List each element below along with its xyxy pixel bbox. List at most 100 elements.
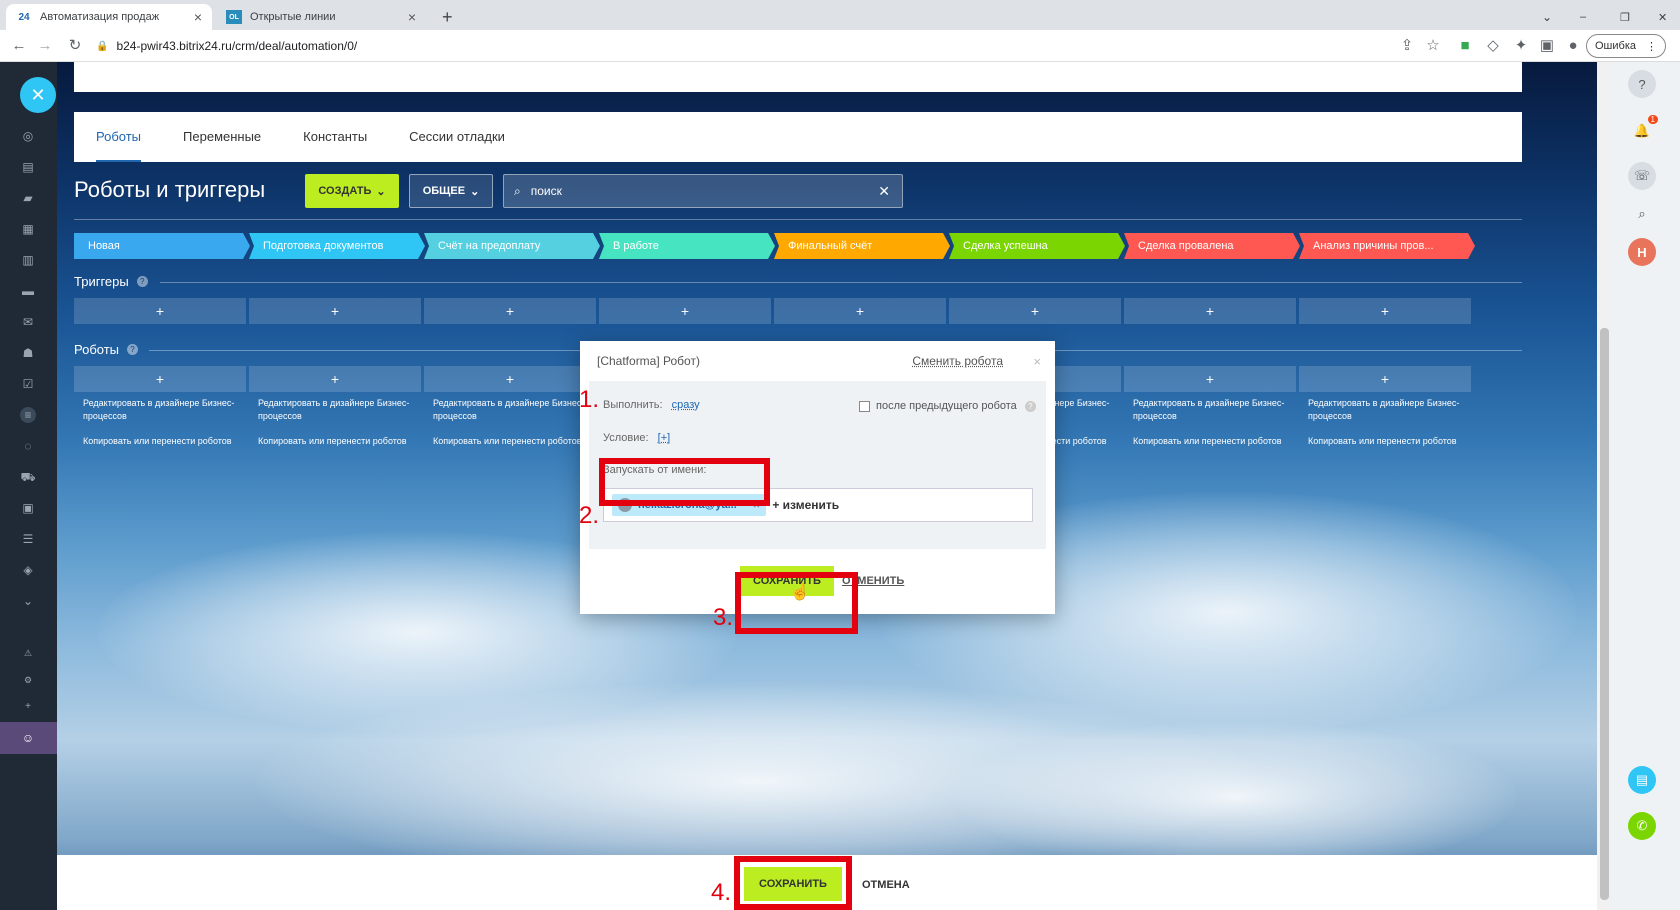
extension-icon[interactable]: ■ (1456, 37, 1474, 55)
after-previous-checkbox[interactable] (859, 400, 870, 412)
tab-robots[interactable]: Роботы (96, 112, 142, 162)
add-trigger-button[interactable]: + (949, 298, 1121, 324)
add-trigger-button[interactable]: + (1299, 298, 1471, 324)
scrollbar-thumb[interactable] (1600, 328, 1609, 900)
back-icon[interactable]: ← (10, 37, 28, 55)
browser-tab-open-lines[interactable]: OL Открытые линии × (216, 4, 426, 30)
sidebar-contact-center-icon[interactable]: ▣ (20, 500, 36, 516)
add-robot-button[interactable]: + (74, 366, 246, 392)
forward-icon[interactable]: → (36, 37, 54, 55)
side-panel-icon[interactable]: ▣ (1538, 37, 1556, 55)
add-trigger-button[interactable]: + (1124, 298, 1296, 324)
notifications-bell-icon[interactable]: 🔔 1 (1628, 115, 1658, 145)
edit-in-designer-link[interactable]: Редактировать в дизайнере Бизнес-процесс… (433, 398, 584, 421)
sidebar-sites-icon[interactable]: ☰ (20, 531, 36, 547)
edit-in-designer-link[interactable]: Редактировать в дизайнере Бизнес-процесс… (1133, 398, 1284, 421)
sidebar-add-icon[interactable]: + (20, 699, 36, 715)
sidebar-feed-icon[interactable]: ▤ (20, 159, 36, 175)
error-button[interactable]: Ошибка ⋮ (1586, 34, 1666, 58)
shield-extension-icon[interactable]: ◇ (1484, 37, 1502, 55)
stage-1[interactable]: Новая (74, 233, 250, 259)
sidebar-inventory-icon[interactable]: ◈ (20, 562, 36, 578)
reload-icon[interactable]: ↻ (66, 37, 84, 55)
stage-5[interactable]: Финальный счёт (774, 233, 950, 259)
sidebar-shop-icon[interactable]: ⛟ (20, 469, 36, 485)
help-icon[interactable]: ? (136, 276, 148, 287)
help-icon[interactable]: ? (1024, 400, 1036, 412)
sidebar-calendar-icon[interactable]: ▦ (20, 221, 36, 237)
sidebar-user-icon[interactable]: ☺ (20, 730, 36, 746)
copy-move-robots-link[interactable]: Копировать или перенести роботов (1308, 435, 1478, 448)
sidebar-marketing-icon[interactable]: ◌ (20, 438, 36, 454)
stage-3[interactable]: Счёт на предоплату (424, 233, 600, 259)
sidebar-more-icon[interactable]: ⌄ (20, 593, 36, 609)
sidebar-settings-icon[interactable]: ⚠ (20, 645, 36, 661)
sidebar-drive-icon[interactable]: ▬ (20, 283, 36, 299)
profile-avatar-icon[interactable]: ● (1564, 37, 1582, 55)
sidebar-docs-icon[interactable]: ▥ (20, 252, 36, 268)
new-tab-icon[interactable]: + (432, 4, 460, 30)
close-tab-icon[interactable]: × (194, 9, 202, 25)
copy-move-robots-link[interactable]: Копировать или перенести роботов (83, 435, 253, 448)
sidebar-crm-icon[interactable]: ≡ (20, 407, 36, 423)
close-window-icon[interactable]: ✕ (1648, 4, 1677, 30)
sidebar-chat-icon[interactable]: ▰ (20, 190, 36, 206)
add-robot-button[interactable]: + (249, 366, 421, 392)
edit-in-designer-link[interactable]: Редактировать в дизайнере Бизнес-процесс… (83, 398, 234, 421)
more-menu-icon[interactable]: ⋮ (1646, 40, 1657, 53)
share-icon[interactable]: ⇪ (1398, 37, 1416, 55)
add-condition-link[interactable]: [+] (658, 432, 671, 444)
search-icon[interactable]: ⌕ (1628, 200, 1656, 228)
sidebar-mail-icon[interactable]: ✉ (20, 314, 36, 330)
open-channels-icon[interactable]: ▤ (1628, 766, 1656, 794)
minimize-icon[interactable]: – (1570, 4, 1596, 30)
add-robot-button[interactable]: + (1124, 366, 1296, 392)
phone-icon[interactable]: ✆ (1628, 812, 1656, 840)
browser-tab-automation[interactable]: 24 Автоматизация продаж × (6, 4, 212, 30)
add-trigger-button[interactable]: + (424, 298, 596, 324)
add-trigger-button[interactable]: + (599, 298, 771, 324)
tab-variables[interactable]: Переменные (183, 112, 261, 162)
tab-debug-sessions[interactable]: Сессии отладки (409, 112, 505, 162)
edit-in-designer-link[interactable]: Редактировать в дизайнере Бизнес-процесс… (258, 398, 409, 421)
messenger-icon[interactable]: ☏ (1628, 162, 1656, 190)
stage-8[interactable]: Анализ причины пров... (1299, 233, 1475, 259)
edit-in-designer-link[interactable]: Редактировать в дизайнере Бизнес-процесс… (1308, 398, 1459, 421)
add-trigger-button[interactable]: + (74, 298, 246, 324)
sidebar-tasks-icon[interactable]: ☑ (20, 376, 36, 392)
after-previous-checkbox-row[interactable]: после предыдущего робота ? (859, 400, 1036, 412)
sidebar-activity-icon[interactable]: ◎ (20, 128, 36, 144)
add-robot-button[interactable]: + (424, 366, 596, 392)
page-scrollbar[interactable] (1597, 62, 1612, 910)
search-input[interactable]: ⌕ поиск ✕ (503, 174, 903, 208)
add-trigger-button[interactable]: + (774, 298, 946, 324)
dialog-close-icon[interactable]: × (1033, 354, 1041, 369)
clear-search-icon[interactable]: ✕ (878, 183, 890, 200)
tab-search-chevron-icon[interactable]: ⌄ (1532, 4, 1562, 30)
create-button[interactable]: СОЗДАТЬ ⌄ (305, 174, 399, 208)
change-user-link[interactable]: + изменить (772, 498, 839, 512)
stage-4[interactable]: В работе (599, 233, 775, 259)
footer-cancel-button[interactable]: ОТМЕНА (862, 879, 910, 891)
help-icon[interactable]: ? (127, 344, 139, 355)
bookmark-star-icon[interactable]: ☆ (1424, 37, 1442, 55)
restore-icon[interactable]: ❐ (1610, 4, 1640, 30)
sidebar-groups-icon[interactable]: ☗ (20, 345, 36, 361)
stage-7[interactable]: Сделка провалена (1124, 233, 1300, 259)
change-robot-link[interactable]: Сменить робота (912, 354, 1003, 368)
tab-constants[interactable]: Константы (303, 112, 367, 162)
add-trigger-button[interactable]: + (249, 298, 421, 324)
close-tab-icon[interactable]: × (408, 9, 416, 25)
copy-move-robots-link[interactable]: Копировать или перенести роботов (258, 435, 428, 448)
copy-move-robots-link[interactable]: Копировать или перенести роботов (1133, 435, 1303, 448)
copy-move-robots-link[interactable]: Копировать или перенести роботов (433, 435, 603, 448)
user-avatar[interactable]: Н (1628, 238, 1656, 266)
sidebar-gear-icon[interactable]: ⚙ (20, 672, 36, 688)
stage-2[interactable]: Подготовка документов (249, 233, 425, 259)
common-button[interactable]: ОБЩЕЕ ⌄ (409, 174, 493, 208)
address-bar[interactable]: 🔒 b24-pwir43.bitrix24.ru/crm/deal/automa… (96, 35, 357, 57)
close-slider-icon[interactable]: ✕ (20, 77, 56, 113)
add-robot-button[interactable]: + (1299, 366, 1471, 392)
stage-6[interactable]: Сделка успешна (949, 233, 1125, 259)
puzzle-extensions-icon[interactable]: ✦ (1512, 37, 1530, 55)
